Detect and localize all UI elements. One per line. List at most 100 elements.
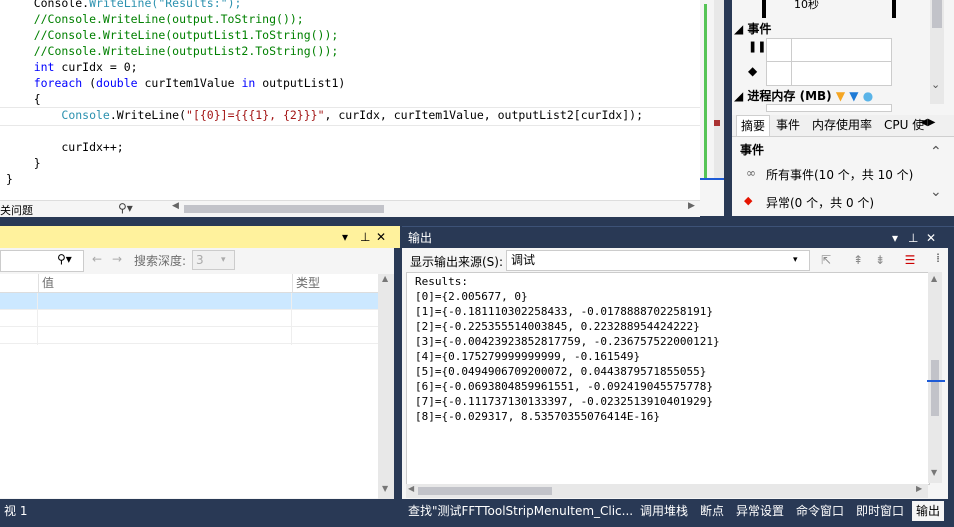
code-line[interactable]: { [6, 91, 41, 107]
tab-events[interactable]: 事件 [772, 115, 804, 135]
exceptions-link[interactable]: 异常(0 个，共 0 个) [766, 194, 874, 211]
output-line: Results: [415, 275, 468, 288]
code-line[interactable]: curIdx++; [6, 139, 123, 155]
prev-message-icon[interactable]: ⇞ [850, 252, 866, 268]
diag-vscrollbar[interactable]: ⌄ [930, 0, 944, 104]
editor-hscrollbar[interactable] [184, 205, 384, 213]
expand-down-icon[interactable]: ⌄ [930, 184, 942, 200]
output-source-select[interactable]: 调试 ▾ [506, 250, 810, 271]
tab-summary[interactable]: 摘要 [736, 115, 771, 137]
code-line[interactable]: } [6, 155, 41, 171]
clear-all-icon[interactable]: ☰ [902, 252, 918, 268]
code-editor[interactable]: Console.WriteLine("Results:"); //Console… [0, 0, 700, 200]
output-title: 输出 [408, 231, 433, 245]
editor-overview-gutter[interactable] [700, 0, 724, 216]
tab-call-stack[interactable]: 调用堆栈 [636, 501, 692, 521]
dropdown-icon[interactable]: ▾ [892, 227, 898, 249]
splitter[interactable] [724, 0, 732, 216]
find-message-icon[interactable]: ⇱ [818, 252, 834, 268]
output-text[interactable]: Results: [0]={2.005677, 0} [1]={-0.1811103… [406, 272, 930, 485]
expand-up-icon[interactable]: ⌃ [930, 144, 942, 160]
output-titlebar: 输出 ▾ ⊥ ✕ [402, 226, 954, 249]
tab-scroll-left-icon[interactable]: ◀▶ [920, 117, 935, 128]
gc-icon: ▼ [849, 89, 859, 103]
events-header: ◢ 事件 [734, 22, 772, 36]
code-line[interactable]: foreach (double curItem1Value in outputL… [6, 75, 346, 91]
brush-icon[interactable]: ⚲▾ [118, 201, 133, 215]
close-icon[interactable]: ✕ [376, 226, 386, 248]
locals-titlebar: ▾ ⊥ ✕ [0, 226, 400, 248]
vscroll-track[interactable] [714, 0, 724, 180]
scroll-right-icon[interactable]: ▶ [688, 201, 695, 211]
locals-search-input[interactable]: ⚲▾ [0, 250, 84, 272]
scroll-left-icon[interactable]: ◀ [172, 201, 179, 211]
exception-icon: ◆ [744, 194, 753, 207]
output-caret-marker [927, 380, 945, 382]
tab-locals[interactable]: 视 1 [0, 501, 31, 521]
output-source-label: 显示输出来源(S): [410, 255, 504, 269]
events-link-icon: ∞ [746, 166, 756, 180]
col-name[interactable] [0, 274, 39, 292]
tab-breakpoints[interactable]: 断点 [696, 501, 728, 521]
breakpoint-marker [714, 120, 720, 126]
tab-immediate-window[interactable]: 即时窗口 [852, 501, 908, 521]
code-line[interactable]: //Console.WriteLine(output.ToString()); [6, 11, 304, 27]
dropdown-icon[interactable]: ▾ [342, 226, 348, 248]
issues-label[interactable]: 关问题 [0, 202, 33, 218]
output-line: [5]={0.0494906709200072, 0.0443879571855… [415, 365, 707, 378]
pin-icon[interactable]: ⊥ [360, 226, 370, 248]
collapse-icon[interactable]: ◢ [734, 89, 743, 103]
scroll-down-icon[interactable]: ⌄ [931, 78, 940, 91]
output-line: [7]={-0.111737130133397, -0.023251391040… [415, 395, 714, 408]
pin-icon[interactable]: ⊥ [908, 227, 918, 249]
bottom-tab-strip: 视 1 查找"测试FFTToolStripMenuItem_Clic... 调用… [0, 499, 954, 527]
snapshot-icon: ▼ [835, 89, 846, 103]
change-marker [704, 4, 707, 179]
diamond-icon: ◆ [748, 64, 758, 78]
locals-grid-header: 值 类型 [0, 274, 378, 293]
search-depth-label: 搜索深度: [134, 254, 187, 268]
private-bytes-icon: ● [862, 89, 874, 103]
output-line: [2]={-0.225355514003845, 0.2232889544242… [415, 320, 700, 333]
tab-command-window[interactable]: 命令窗口 [792, 501, 848, 521]
output-line: [0]={2.005677, 0} [415, 290, 528, 303]
table-row[interactable] [0, 293, 378, 310]
output-line: [4]={0.175279999999999, -0.161549} [415, 350, 641, 363]
collapse-icon[interactable]: ◢ [734, 22, 743, 36]
next-message-icon[interactable]: ⇟ [872, 252, 888, 268]
code-line[interactable]: //Console.WriteLine(outputList2.ToString… [6, 43, 339, 59]
pause-icon: ❚❚ [748, 40, 767, 53]
search-depth-select[interactable]: 3 ▾ [192, 250, 235, 270]
locals-vscrollbar[interactable]: ▲ ▼ [378, 274, 394, 499]
output-hscrollbar[interactable]: ◀ ▶ [406, 484, 928, 498]
locals-body: ⚲▾ ← → 搜索深度: 3 ▾ 值 类型 ▲ ▼ [0, 248, 394, 499]
code-line[interactable]: Console.WriteLine("[{0}]={{{1}, {2}}}", … [6, 107, 643, 123]
tab-find-results[interactable]: 查找"测试FFTToolStripMenuItem_Clic... [404, 501, 637, 521]
output-line: [3]={-0.00423923852817759, -0.2367575220… [415, 335, 720, 348]
tab-exception-settings[interactable]: 异常设置 [732, 501, 788, 521]
forward-icon[interactable]: → [112, 252, 122, 266]
col-value[interactable]: 值 [38, 274, 293, 292]
back-icon[interactable]: ← [92, 252, 102, 266]
tab-output[interactable]: 输出 [912, 501, 945, 521]
memory-track [766, 104, 892, 112]
code-line[interactable]: Console.WriteLine("Results:"); [6, 0, 242, 11]
col-type[interactable]: 类型 [292, 274, 376, 292]
table-row[interactable] [0, 327, 378, 344]
output-vscroll-thumb[interactable] [931, 360, 939, 416]
code-line[interactable]: } [6, 171, 13, 187]
search-icon[interactable]: ⚲▾ [57, 252, 72, 266]
word-wrap-icon[interactable]: ⁞ [930, 250, 946, 266]
output-line: [1]={-0.181110302258433, -0.017888870225… [415, 305, 714, 318]
code-line[interactable]: //Console.WriteLine(outputList1.ToString… [6, 27, 339, 43]
close-icon[interactable]: ✕ [926, 227, 936, 249]
tab-memory[interactable]: 内存使用率 [808, 115, 876, 135]
output-line: [8]={-0.029317, 8.53570355076414E-16} [415, 410, 661, 423]
output-hscroll-thumb[interactable] [418, 487, 552, 495]
code-line[interactable]: int curIdx = 0; [6, 59, 138, 75]
all-events-link[interactable]: 所有事件(10 个，共 10 个) [766, 166, 913, 183]
table-row[interactable] [0, 310, 378, 327]
output-vscrollbar[interactable]: ▲ ▼ [928, 272, 942, 483]
diagnostic-tools-panel: 10秒 ◢ 事件 ❚❚ ◆ ◢ 进程内存 (MB) ▼ ▼ ● ⌄ 摘要 事件 … [732, 0, 954, 216]
events-section-title: 事件 [740, 143, 765, 157]
